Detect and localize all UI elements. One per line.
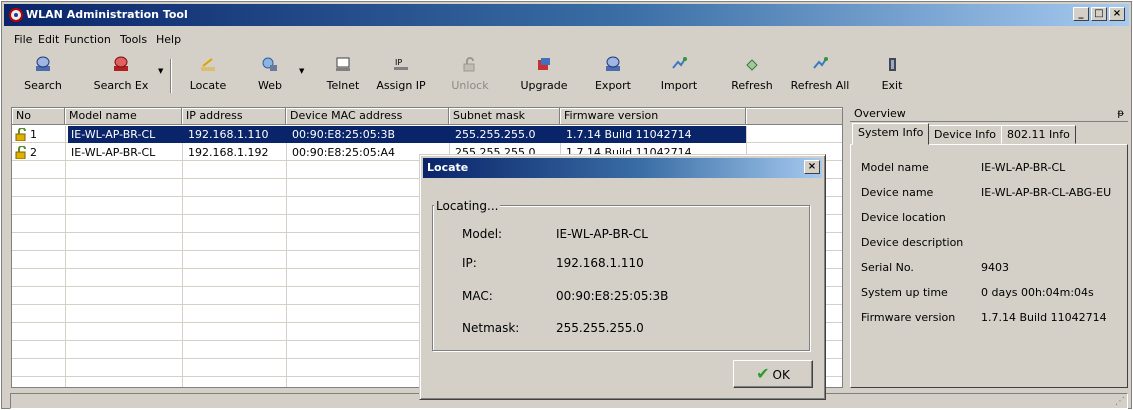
export-icon [606, 56, 620, 71]
minimize-button[interactable]: _ [1073, 7, 1089, 21]
field-label-model-name: Model name [861, 161, 929, 174]
tab-80211-info[interactable]: 802.11 Info [1001, 125, 1076, 144]
upgrade-button[interactable]: Upgrade [516, 55, 572, 99]
tab-device-info[interactable]: Device Info [928, 125, 1002, 144]
column-header-filler [746, 108, 842, 125]
search-ex-dropdown-icon[interactable]: ▼ [158, 67, 163, 75]
ok-button[interactable]: ✔ OK [733, 360, 813, 388]
field-value-system-up-time: 0 days 00h:04m:04s [981, 286, 1094, 299]
dialog-value-ip: 192.168.1.110 [556, 256, 644, 270]
close-button[interactable]: × [1109, 7, 1125, 21]
field-label-system-up-time: System up time [861, 286, 948, 299]
ok-label: OK [772, 368, 790, 382]
locate-button[interactable]: Locate [182, 55, 234, 99]
cell-no: 1 [30, 128, 37, 141]
web-icon [262, 57, 277, 71]
assign-ip-icon: IP [394, 58, 408, 70]
assign-ip-button[interactable]: IP Assign IP [370, 55, 432, 99]
table-row[interactable]: 1 IE-WL-AP-BR-CL 192.168.1.110 00:90:E8:… [12, 126, 842, 143]
column-header-mac-address[interactable]: Device MAC address [286, 108, 449, 125]
cell-ip-address: 192.168.1.192 [188, 146, 269, 159]
column-header-no[interactable]: No [12, 108, 65, 125]
menu-edit[interactable]: Edit [38, 33, 59, 46]
export-button[interactable]: Export [590, 55, 636, 99]
cell-mac-address: 00:90:E8:25:05:3B [292, 128, 396, 141]
title-bar[interactable]: WLAN Administration Tool _ □ × [4, 4, 1129, 26]
dialog-value-mac: 00:90:E8:25:05:3B [556, 289, 669, 303]
search-ex-button[interactable]: Search Ex [86, 55, 156, 99]
unlock-icon [463, 57, 475, 72]
search-icon [36, 56, 50, 71]
telnet-icon [336, 57, 350, 71]
field-label-device-location: Device location [861, 211, 946, 224]
import-icon [672, 57, 687, 69]
search-ex-icon [114, 56, 128, 71]
import-button[interactable]: Import [656, 55, 702, 99]
app-icon [9, 8, 23, 22]
field-label-device-description: Device description [861, 236, 964, 249]
cell-firmware-version: 1.7.14 Build 11042714 [566, 128, 692, 141]
cell-model-name: IE-WL-AP-BR-CL [71, 146, 156, 159]
search-button[interactable]: Search [18, 55, 68, 99]
main-window: WLAN Administration Tool _ □ × File Edit… [1, 1, 1132, 409]
field-value-serial-no: 9403 [981, 261, 1009, 274]
refresh-button[interactable]: Refresh [726, 55, 778, 99]
locate-dialog: Locate × Locating... Model: IE-WL-AP-BR-… [419, 154, 826, 400]
cell-ip-address: 192.168.1.110 [188, 128, 269, 141]
refresh-all-icon [813, 57, 828, 69]
upgrade-icon [538, 58, 550, 70]
refresh-all-button[interactable]: Refresh All [784, 55, 856, 99]
field-label-serial-no: Serial No. [861, 261, 914, 274]
refresh-icon [746, 59, 758, 71]
dialog-title-bar[interactable]: Locate × [423, 158, 822, 178]
svg-text:IP: IP [395, 58, 402, 67]
dialog-label-mac: MAC: [462, 289, 493, 303]
overview-title: Overview [854, 107, 906, 120]
field-label-device-name: Device name [861, 186, 934, 199]
field-value-firmware-version: 1.7.14 Build 11042714 [981, 311, 1107, 324]
column-header-model-name[interactable]: Model name [65, 108, 182, 125]
cell-model-name: IE-WL-AP-BR-CL [71, 128, 156, 141]
cell-subnet-mask: 255.255.255.0 [455, 128, 536, 141]
menu-tools[interactable]: Tools [120, 33, 147, 46]
menu-help[interactable]: Help [156, 33, 181, 46]
toolbar: Search Search Ex ▼ Locate Web ▼ Telnet I… [10, 55, 1128, 99]
column-header-subnet-mask[interactable]: Subnet mask [449, 108, 560, 125]
telnet-button[interactable]: Telnet [320, 55, 366, 99]
cell-no: 2 [30, 146, 37, 159]
window-title: WLAN Administration Tool [26, 8, 188, 21]
field-value-model-name: IE-WL-AP-BR-CL [981, 161, 1066, 174]
exit-icon [889, 58, 896, 71]
dialog-value-model: IE-WL-AP-BR-CL [556, 227, 648, 241]
locate-icon [201, 58, 215, 71]
overview-panel: Overview ᵽ System Info Device Info 802.1… [850, 107, 1128, 388]
system-info-panel: Model name IE-WL-AP-BR-CL Device name IE… [850, 144, 1128, 388]
web-dropdown-icon[interactable]: ▼ [299, 67, 304, 75]
dialog-title: Locate [427, 161, 469, 174]
toolbar-separator [170, 59, 172, 93]
tab-system-info[interactable]: System Info [852, 123, 930, 145]
dialog-value-netmask: 255.255.255.0 [556, 321, 644, 335]
dialog-label-ip: IP: [462, 256, 477, 270]
exit-button[interactable]: Exit [872, 55, 912, 99]
field-value-device-name: IE-WL-AP-BR-CL-ABG-EU [981, 186, 1112, 199]
menu-file[interactable]: File [14, 33, 32, 46]
dialog-label-model: Model: [462, 227, 503, 241]
web-button[interactable]: Web [250, 55, 290, 99]
group-label: Locating... [434, 199, 501, 213]
unlock-button[interactable]: Unlock [444, 55, 496, 99]
checkmark-icon: ✔ [756, 364, 770, 383]
pin-icon[interactable]: ᵽ [1117, 107, 1124, 121]
column-header-ip-address[interactable]: IP address [182, 108, 286, 125]
overview-header: Overview ᵽ [850, 107, 1128, 122]
resize-grip-icon[interactable]: ⋰ [1115, 396, 1125, 407]
maximize-button[interactable]: □ [1091, 7, 1107, 21]
field-label-firmware-version: Firmware version [861, 311, 956, 324]
dialog-label-netmask: Netmask: [462, 321, 520, 335]
menu-function[interactable]: Function [64, 33, 111, 46]
dialog-close-button[interactable]: × [804, 160, 820, 174]
column-header-firmware-version[interactable]: Firmware version [560, 108, 746, 125]
